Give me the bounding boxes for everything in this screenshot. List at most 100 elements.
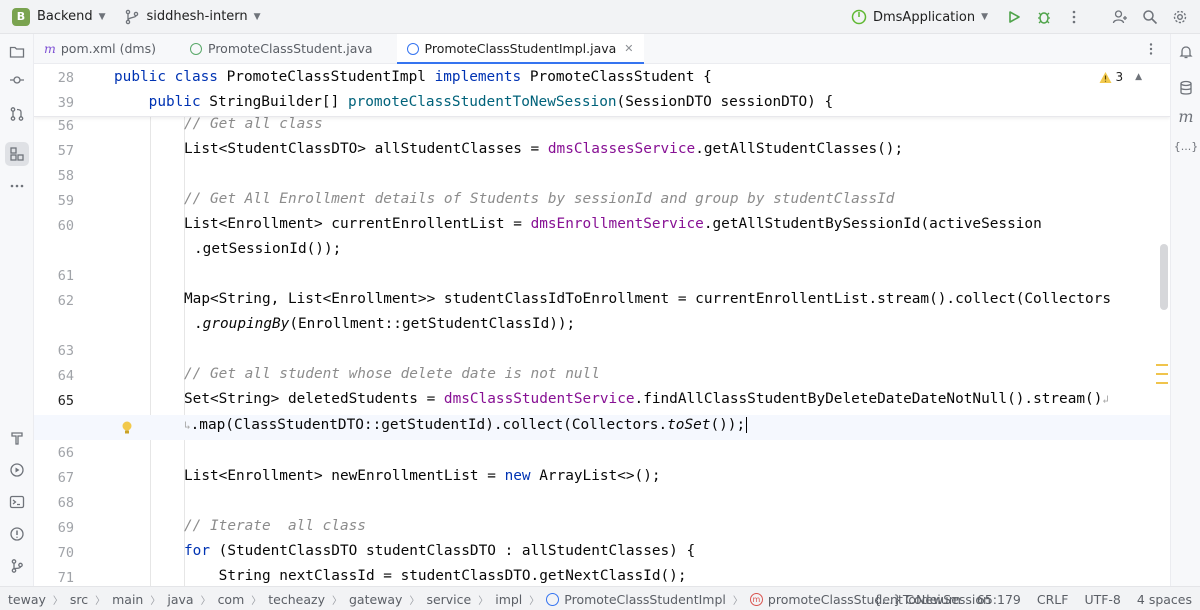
code-line[interactable]: List<StudentClassDTO> allStudentClasses … xyxy=(184,141,903,157)
breadcrumb-item[interactable]: main xyxy=(112,592,143,607)
warning-marker[interactable] xyxy=(1156,382,1168,384)
right-tool-window-bar: m {...} xyxy=(1170,34,1200,586)
line-number: 65 xyxy=(57,393,74,409)
line-number: 59 xyxy=(57,193,74,209)
class-icon xyxy=(546,592,560,606)
add-user-icon[interactable] xyxy=(1106,3,1134,31)
inspection-warnings[interactable]: 3 ▲ xyxy=(1099,70,1142,84)
maven-icon[interactable]: m xyxy=(1174,104,1198,128)
codeium-status[interactable]: {...} Codeium xyxy=(874,592,961,607)
code-line[interactable]: for (StudentClassDTO studentClassDTO : a… xyxy=(184,543,695,559)
chevron-down-icon[interactable]: ▼ xyxy=(254,12,261,22)
build-hammer-icon[interactable] xyxy=(5,426,29,450)
breadcrumb-item[interactable]: techeazy xyxy=(268,592,325,607)
warning-marker[interactable] xyxy=(1156,364,1168,366)
close-tab-icon[interactable]: ✕ xyxy=(624,42,633,55)
chevron-right-icon: 〉 xyxy=(409,595,420,607)
run-icon[interactable] xyxy=(1000,3,1028,31)
breadcrumb-item[interactable]: java xyxy=(167,592,193,607)
breadcrumb-item[interactable]: service xyxy=(426,592,471,607)
pull-requests-icon[interactable] xyxy=(5,102,29,126)
terminal-icon[interactable] xyxy=(5,490,29,514)
settings-gear-icon[interactable] xyxy=(1166,3,1194,31)
debug-icon[interactable] xyxy=(1030,3,1058,31)
code-line[interactable]: .getSessionId()); xyxy=(194,241,341,257)
indent-setting[interactable]: 4 spaces xyxy=(1137,592,1192,607)
sticky-code-line[interactable]: public StringBuilder[] promoteClassStude… xyxy=(114,94,833,110)
line-number: 71 xyxy=(57,570,74,586)
tab-pom-xml[interactable]: m pom.xml (dms) xyxy=(34,34,166,63)
warning-count: 3 xyxy=(1115,70,1124,84)
tab-promote-class-student-impl[interactable]: PromoteClassStudentImpl.java ✕ xyxy=(396,34,644,64)
structure-icon[interactable] xyxy=(5,142,29,166)
run-config-label: DmsApplication xyxy=(872,9,976,25)
notifications-icon[interactable] xyxy=(1174,40,1198,64)
search-icon[interactable] xyxy=(1136,3,1164,31)
code-line[interactable]: // Iterate all class xyxy=(184,518,366,534)
warning-marker[interactable] xyxy=(1156,373,1168,375)
class-file-icon xyxy=(406,42,419,55)
code-line[interactable]: ↳.map(ClassStudentDTO::getStudentId).col… xyxy=(184,417,748,433)
line-number: 63 xyxy=(57,343,74,359)
file-encoding[interactable]: UTF-8 xyxy=(1084,592,1120,607)
project-folder-icon[interactable] xyxy=(5,40,29,64)
git-branch-icon[interactable] xyxy=(124,9,140,25)
commit-icon[interactable] xyxy=(5,68,29,92)
lightbulb-intention-icon[interactable] xyxy=(120,420,134,436)
json-helper-icon[interactable]: {...} xyxy=(1174,134,1199,158)
database-icon[interactable] xyxy=(1174,76,1198,100)
line-number: 64 xyxy=(57,368,74,384)
breadcrumb-item[interactable]: impl xyxy=(495,592,522,607)
tab-promote-class-student[interactable]: PromoteClassStudent.java xyxy=(180,34,383,63)
chevron-down-icon[interactable]: ▼ xyxy=(99,12,106,22)
version-control-icon[interactable] xyxy=(5,554,29,578)
code-line[interactable]: // Get all student whose delete date is … xyxy=(184,366,600,382)
code-line[interactable]: String nextClassId = studentClassDTO.get… xyxy=(184,568,687,584)
chevron-up-icon[interactable]: ▲ xyxy=(1135,72,1142,82)
status-widgets: {...} Codeium 65:179 CRLF UTF-8 4 spaces xyxy=(858,587,1193,610)
problems-icon[interactable] xyxy=(5,522,29,546)
services-run-icon[interactable] xyxy=(5,458,29,482)
code-line[interactable]: // Get All Enrollment details of Student… xyxy=(184,191,894,207)
chevron-right-icon: 〉 xyxy=(331,595,342,607)
line-number: 61 xyxy=(57,268,74,284)
code-line[interactable]: List<Enrollment> currentEnrollentList = … xyxy=(184,216,1042,232)
code-line[interactable]: .groupingBy(Enrollment::getStudentClassI… xyxy=(194,316,575,332)
chevron-right-icon: 〉 xyxy=(52,595,63,607)
sticky-code-line[interactable]: public class PromoteClassStudentImpl imp… xyxy=(114,69,712,85)
line-number: 62 xyxy=(57,293,74,309)
code-line[interactable]: Set<String> deletedStudents = dmsClassSt… xyxy=(184,391,1109,407)
code-line[interactable]: // Get all class xyxy=(184,116,323,132)
tab-label: pom.xml (dms) xyxy=(60,41,156,56)
line-number: 56 xyxy=(57,118,74,134)
indent-guide xyxy=(184,117,185,586)
line-number: 70 xyxy=(57,545,74,561)
code-editor[interactable]: 28 public class PromoteClassStudentImpl … xyxy=(34,64,1170,586)
breadcrumb-item[interactable]: src xyxy=(70,592,88,607)
chevron-right-icon: 〉 xyxy=(200,595,211,607)
chevron-right-icon: 〉 xyxy=(732,595,743,607)
run-configuration-selector[interactable]: DmsApplication ▼ xyxy=(851,9,988,25)
branch-name[interactable]: siddhesh-intern xyxy=(147,9,248,24)
code-line[interactable]: Map<String, List<Enrollment>> studentCla… xyxy=(184,291,1111,307)
left-tool-window-bar xyxy=(0,34,34,586)
breadcrumb-item[interactable]: PromoteClassStudentImpl xyxy=(564,592,726,607)
code-line[interactable]: List<Enrollment> newEnrollmentList = new… xyxy=(184,468,661,484)
chevron-right-icon: 〉 xyxy=(95,595,106,607)
caret-position[interactable]: 65:179 xyxy=(977,592,1021,607)
more-tabs-icon[interactable] xyxy=(1144,34,1158,64)
interface-file-icon xyxy=(190,42,202,55)
breadcrumb-item[interactable]: gateway xyxy=(349,592,402,607)
line-number: 69 xyxy=(57,520,74,536)
chevron-right-icon: 〉 xyxy=(478,595,489,607)
spring-boot-icon xyxy=(851,9,867,25)
project-name[interactable]: Backend xyxy=(37,9,93,24)
line-separator[interactable]: CRLF xyxy=(1037,592,1069,607)
project-badge-icon[interactable]: B xyxy=(12,7,30,26)
sticky-scroll-header: 28 public class PromoteClassStudentImpl … xyxy=(34,64,1170,117)
breadcrumb-item[interactable]: com xyxy=(218,592,245,607)
more-tools-icon[interactable] xyxy=(5,174,29,198)
breadcrumb-item[interactable]: teway xyxy=(8,592,46,607)
more-options-icon[interactable] xyxy=(1060,3,1088,31)
vertical-scrollbar-thumb[interactable] xyxy=(1160,244,1168,310)
